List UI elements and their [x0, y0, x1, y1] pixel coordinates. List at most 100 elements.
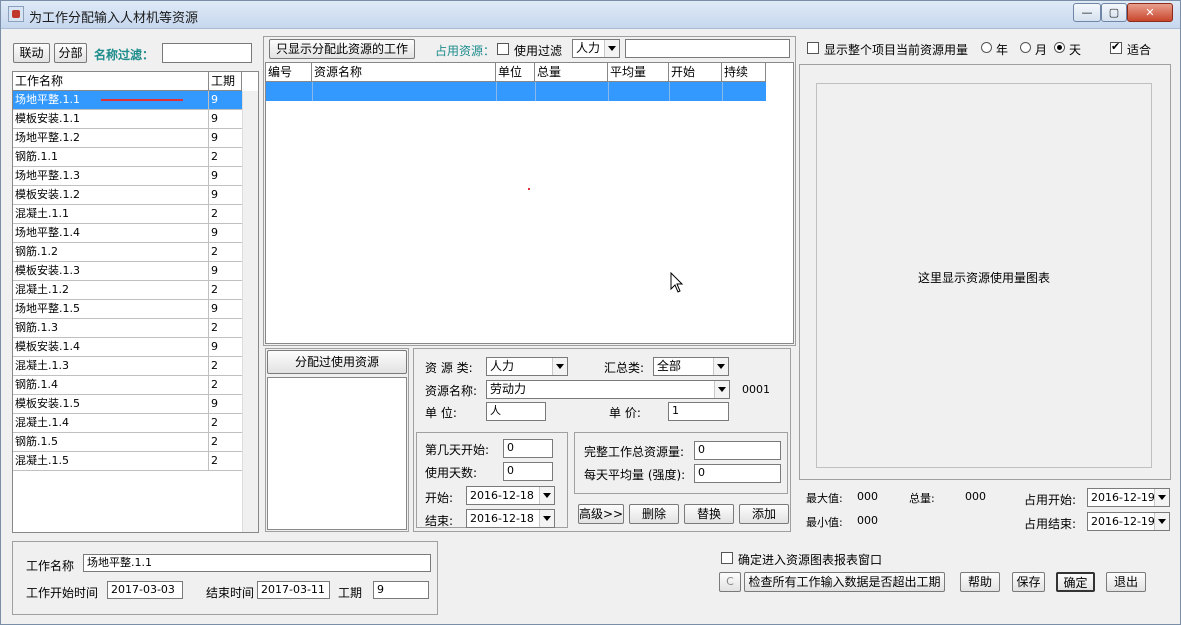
column-header-duration-resource[interactable]: 持续: [722, 63, 766, 82]
start-date-picker[interactable]: 2016-12-18: [466, 486, 555, 505]
resource-name-label: 资源名称:: [425, 384, 478, 398]
title-bar[interactable]: 为工作分配输入人材机等资源 — ▢ ✕: [1, 1, 1180, 29]
split-button[interactable]: 分部: [54, 43, 87, 63]
table-row[interactable]: 钢筋.1.2 2: [13, 243, 242, 262]
table-row[interactable]: 模板安装.1.1 9: [13, 110, 242, 129]
close-button[interactable]: ✕: [1127, 3, 1173, 22]
radio-day[interactable]: [1054, 42, 1065, 53]
link-button[interactable]: 联动: [13, 43, 50, 63]
save-button[interactable]: 保存: [1012, 572, 1045, 592]
maximize-button[interactable]: ▢: [1101, 3, 1127, 22]
use-filter-label: 使用过滤: [514, 44, 563, 58]
resource-type-select[interactable]: 人力: [572, 39, 620, 58]
unit-input[interactable]: 人: [486, 402, 546, 421]
task-start-time-input[interactable]: 2017-03-03: [107, 581, 183, 599]
table-row[interactable]: 模板安装.1.3 9: [13, 262, 242, 281]
column-header-resource-name[interactable]: 资源名称: [312, 63, 496, 82]
task-list-scrollbar[interactable]: [242, 91, 258, 532]
occupy-end-label: 占用结束:: [1024, 517, 1077, 531]
name-filter-label: 名称过滤：: [94, 48, 155, 62]
occupy-end-picker[interactable]: 2016-12-19: [1087, 512, 1170, 531]
resource-name-select[interactable]: 劳动力: [486, 380, 730, 399]
table-row[interactable]: 钢筋.1.3 2: [13, 319, 242, 338]
daily-average-input[interactable]: 0: [694, 464, 781, 483]
table-row[interactable]: 场地平整.1.3 9: [13, 167, 242, 186]
table-row[interactable]: 混凝土.1.3 2: [13, 357, 242, 376]
table-row[interactable]: 场地平整.1.5 9: [13, 300, 242, 319]
show-only-assigned-button[interactable]: 只显示分配此资源的工作: [269, 39, 415, 59]
table-row[interactable]: 模板安装.1.4 9: [13, 338, 242, 357]
show-all-label: 显示整个项目当前资源用量: [824, 43, 969, 57]
fit-label: 适合: [1127, 43, 1152, 57]
table-row[interactable]: 钢筋.1.4 2: [13, 376, 242, 395]
enter-report-checkbox[interactable]: [721, 552, 733, 564]
end-date-picker[interactable]: 2016-12-18: [466, 509, 555, 528]
task-name-cell: 混凝土.1.2: [13, 281, 209, 300]
table-row[interactable]: 场地平整.1.4 9: [13, 224, 242, 243]
delete-button[interactable]: 删除: [629, 504, 679, 524]
column-header-duration[interactable]: 工期: [209, 72, 242, 91]
task-duration-cell: 2: [209, 414, 242, 433]
chart-placeholder-text: 这里显示资源使用量图表: [917, 271, 1050, 285]
radio-month[interactable]: [1020, 42, 1031, 53]
table-row[interactable]: 场地平整.1.2 9: [13, 129, 242, 148]
table-row[interactable]: 混凝土.1.5 2: [13, 452, 242, 471]
occupy-start-picker[interactable]: 2016-12-19: [1087, 488, 1170, 507]
start-date-label: 开始:: [425, 491, 454, 505]
use-days-input[interactable]: 0: [503, 462, 553, 481]
radio-year[interactable]: [981, 42, 992, 53]
table-row[interactable]: 模板安装.1.5 9: [13, 395, 242, 414]
table-row[interactable]: 钢筋.1.5 2: [13, 433, 242, 452]
resource-class-select[interactable]: 人力: [486, 357, 568, 376]
table-row[interactable]: 模板安装.1.2 9: [13, 186, 242, 205]
c-button[interactable]: C: [719, 572, 741, 592]
table-row[interactable]: 混凝土.1.1 2: [13, 205, 242, 224]
assigned-resources-list[interactable]: [267, 377, 407, 530]
price-input[interactable]: 1: [668, 402, 729, 421]
column-header-unit[interactable]: 单位: [496, 63, 535, 82]
task-list[interactable]: 工作名称 工期 场地平整.1.1 9 模板安装.1.1 9 场地平整.1.2 9 钢筋.1.…: [12, 71, 259, 533]
check-over-duration-button[interactable]: 检查所有工作输入数据是否超出工期: [744, 572, 945, 592]
task-name-input[interactable]: 场地平整.1.1: [83, 554, 431, 572]
task-duration-cell: 9: [209, 129, 242, 148]
max-label: 最大值:: [806, 492, 843, 505]
table-row[interactable]: 混凝土.1.2 2: [13, 281, 242, 300]
total-value: 000: [965, 490, 986, 503]
column-header-code[interactable]: 编号: [266, 63, 312, 82]
task-start-time-label: 工作开始时间: [26, 586, 99, 600]
ok-button[interactable]: 确定: [1056, 572, 1095, 592]
column-header-average[interactable]: 平均量: [608, 63, 669, 82]
use-filter-checkbox[interactable]: [497, 43, 509, 55]
column-header-total[interactable]: 总量: [535, 63, 608, 82]
exit-button[interactable]: 退出: [1106, 572, 1146, 592]
table-row-selected[interactable]: [266, 82, 766, 101]
task-duration-input[interactable]: 9: [373, 581, 429, 599]
start-day-input[interactable]: 0: [503, 439, 553, 458]
add-button[interactable]: 添加: [739, 504, 789, 524]
resource-search-input[interactable]: [625, 39, 790, 58]
show-all-checkbox[interactable]: [807, 42, 819, 54]
table-row[interactable]: 钢筋.1.1 2: [13, 148, 242, 167]
name-filter-input[interactable]: [162, 43, 252, 63]
table-row[interactable]: 混凝土.1.4 2: [13, 414, 242, 433]
daily-average-label: 每天平均量 (强度):: [584, 468, 686, 482]
usage-chart-area[interactable]: 这里显示资源使用量图表: [816, 83, 1152, 468]
resource-table[interactable]: 编号 资源名称 单位 总量 平均量 开始 持续: [265, 62, 794, 344]
replace-button[interactable]: 替换: [684, 504, 734, 524]
total-amount-label: 完整工作总资源量:: [584, 445, 685, 459]
total-amount-input[interactable]: 0: [694, 441, 781, 460]
task-end-time-label: 结束时间: [206, 586, 255, 600]
unit-label: 单 位:: [425, 406, 457, 420]
help-button[interactable]: 帮助: [960, 572, 1000, 592]
task-duration-cell: 9: [209, 224, 242, 243]
column-header-start[interactable]: 开始: [669, 63, 722, 82]
radio-month-label: 月: [1035, 43, 1048, 57]
task-end-time-input[interactable]: 2017-03-11: [257, 581, 330, 599]
price-label: 单 价:: [609, 406, 641, 420]
minimize-button[interactable]: —: [1073, 3, 1101, 22]
column-header-task-name[interactable]: 工作名称: [13, 72, 209, 91]
assigned-resources-header[interactable]: 分配过使用资源: [267, 350, 407, 374]
advanced-button[interactable]: 高级>>: [578, 504, 624, 524]
summary-class-select[interactable]: 全部: [653, 357, 729, 376]
fit-checkbox[interactable]: [1110, 40, 1122, 54]
